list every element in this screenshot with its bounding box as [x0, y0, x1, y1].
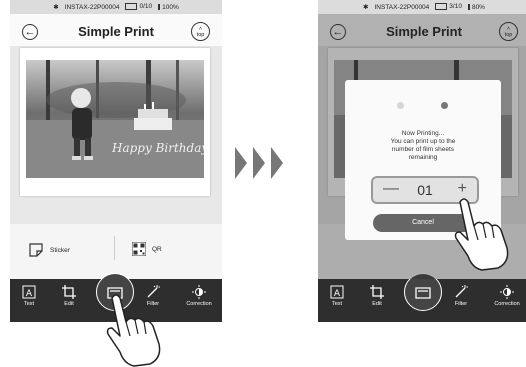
- options-bar: Sticker QR: [10, 224, 222, 279]
- sticker-label: Sticker: [50, 246, 70, 254]
- battery-level: 100%: [162, 3, 179, 11]
- printing-message: Now Printing... You can print up to the …: [390, 130, 456, 161]
- printer-icon: [415, 287, 431, 299]
- top-button[interactable]: ˄ top: [191, 22, 210, 41]
- photo-preview: Happy Birthday: [26, 60, 204, 178]
- svg-text:A: A: [26, 289, 33, 299]
- bottom-toolbar: A Text Edit Filter Correction: [318, 273, 526, 322]
- device-name: INSTAX-22P00004: [374, 3, 430, 11]
- status-bar: ✱ INSTAX-22P00004 3/10 80%: [318, 0, 526, 14]
- filter-tool[interactable]: Filter: [446, 285, 476, 307]
- bluetooth-icon: ✱: [363, 4, 369, 11]
- bluetooth-icon: ✱: [53, 4, 59, 11]
- text-tool[interactable]: A Text: [14, 285, 44, 307]
- top-button-label: top: [196, 32, 205, 38]
- print-preview-area: Happy Birthday: [10, 46, 222, 224]
- divider: [114, 236, 115, 260]
- battery-icon: [467, 3, 470, 10]
- print-count: 0/10: [139, 3, 153, 11]
- text-tool[interactable]: A Text: [322, 285, 352, 307]
- edit-tool[interactable]: Edit: [54, 285, 84, 307]
- magic-wand-icon: [455, 285, 468, 298]
- phone-screen-after: ✱ INSTAX-22P00004 3/10 80% ← Simple Prin…: [318, 0, 526, 322]
- qr-code-icon: [132, 242, 146, 256]
- header: ← Simple Print ˄ top: [10, 16, 222, 46]
- crop-icon: [370, 285, 384, 299]
- film-icon: [435, 3, 448, 11]
- tapping-hand-icon: [106, 294, 161, 367]
- progress-dot: [397, 102, 404, 109]
- next-step-arrows: [235, 147, 283, 179]
- edit-tool[interactable]: Edit: [362, 285, 392, 307]
- tapping-hand-icon: [454, 198, 509, 271]
- text-icon: A: [330, 285, 344, 299]
- brightness-icon: [500, 285, 514, 299]
- print-count: 3/10: [449, 3, 462, 11]
- crop-icon: [62, 285, 76, 299]
- photo-caption: Happy Birthday: [111, 141, 204, 155]
- svg-text:A: A: [334, 289, 341, 299]
- print-preview-card: Happy Birthday: [20, 48, 210, 196]
- sticker-option[interactable]: Sticker: [28, 242, 70, 258]
- qr-label: QR: [152, 245, 162, 253]
- progress-dot: [441, 102, 448, 109]
- device-name: INSTAX-22P00004: [64, 3, 120, 11]
- brightness-icon: [192, 285, 206, 299]
- qr-option[interactable]: QR: [132, 242, 162, 256]
- battery-level: 80%: [471, 3, 485, 11]
- status-bar: ✱ INSTAX-22P00004 0/10 100%: [10, 0, 222, 14]
- correction-tool[interactable]: Correction: [184, 285, 214, 307]
- sticker-icon: [29, 243, 43, 257]
- battery-icon: [158, 3, 161, 10]
- correction-tool[interactable]: Correction: [492, 285, 522, 307]
- film-icon: [125, 3, 138, 11]
- phone-screen-before: ✱ INSTAX-22P00004 0/10 100% ← Simple Pri…: [10, 0, 222, 322]
- text-icon: A: [22, 285, 36, 299]
